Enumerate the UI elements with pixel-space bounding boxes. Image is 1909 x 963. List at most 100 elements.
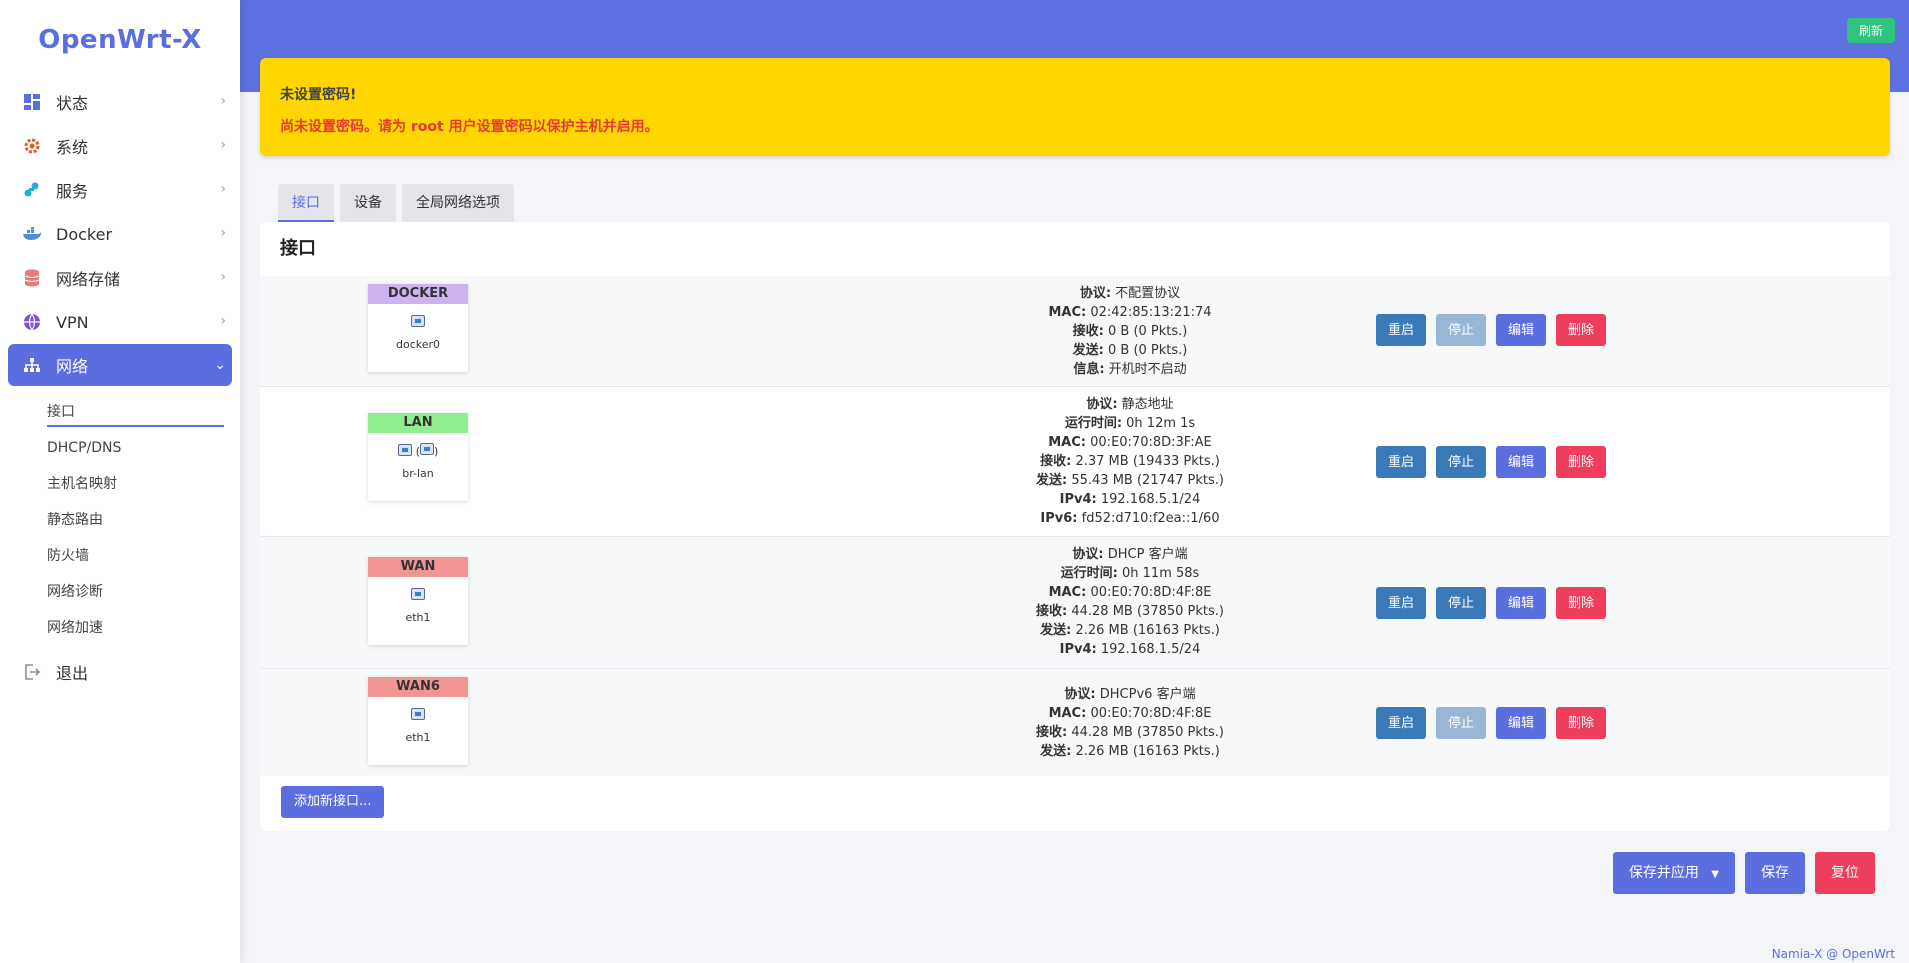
sidebar-item-label: Docker bbox=[56, 224, 113, 244]
interface-card: DOCKER docker0 bbox=[368, 284, 468, 372]
interface-name-badge: DOCKER bbox=[368, 284, 468, 304]
submenu-item-acceleration[interactable]: 网络加速 bbox=[0, 610, 240, 646]
edit-button[interactable]: 编辑 bbox=[1496, 446, 1547, 478]
refresh-button[interactable]: 刷新 bbox=[1846, 18, 1895, 43]
delete-button[interactable]: 删除 bbox=[1556, 446, 1607, 478]
sidebar-menu: 状态 › 系统 › 服务 › Docker › 网络存储 › VPN › 网络 … bbox=[0, 80, 240, 386]
info-line: 协议: 静态地址 bbox=[1086, 397, 1174, 412]
footer-credit[interactable]: Namia-X @ OpenWrt bbox=[1772, 947, 1895, 961]
add-interface-button[interactable]: 添加新接口... bbox=[281, 786, 385, 818]
info-line: 运行时间: 0h 12m 1s bbox=[1064, 416, 1196, 431]
row-actions: 重启 停止 编辑 删除 bbox=[1376, 587, 1607, 619]
interface-device-name: br-lan bbox=[402, 467, 434, 480]
delete-button[interactable]: 删除 bbox=[1556, 587, 1607, 619]
restart-button[interactable]: 重启 bbox=[1376, 314, 1427, 346]
save-apply-label: 保存并应用 bbox=[1628, 865, 1699, 881]
network-submenu: 接口 DHCP/DNS 主机名映射 静态路由 防火墙 网络诊断 网络加速 bbox=[0, 386, 240, 650]
sidebar: OpenWrt-X 状态 › 系统 › 服务 › Docker › 网络存储 ›… bbox=[0, 0, 240, 963]
info-line: MAC: 02:42:85:13:21:74 bbox=[1048, 305, 1212, 320]
info-line: 发送: 2.26 MB (16163 Pkts.) bbox=[1040, 744, 1220, 759]
page-actions: 保存并应用 ▼ 保存 复位 bbox=[1612, 852, 1875, 894]
info-line: MAC: 00:E0:70:8D:4F:8E bbox=[1048, 706, 1212, 721]
info-line: IPv4: 192.168.1.5/24 bbox=[1059, 642, 1201, 657]
interface-device-icons bbox=[368, 697, 468, 731]
info-line: MAC: 00:E0:70:8D:4F:8E bbox=[1048, 585, 1212, 600]
globe-icon bbox=[20, 312, 44, 332]
save-button[interactable]: 保存 bbox=[1745, 852, 1805, 894]
interface-name-badge: WAN bbox=[368, 557, 468, 577]
interface-device-name: eth1 bbox=[405, 611, 431, 624]
interface-info: 协议: DHCP 客户端 运行时间: 0h 11m 58s MAC: 00:E0… bbox=[990, 545, 1270, 659]
gear-icon bbox=[20, 136, 44, 156]
submenu-item-dhcp[interactable]: DHCP/DNS bbox=[0, 430, 240, 466]
row-actions: 重启 停止 编辑 删除 bbox=[1376, 446, 1607, 478]
network-icon bbox=[20, 355, 44, 375]
restart-button[interactable]: 重启 bbox=[1376, 587, 1427, 619]
interface-device-icons bbox=[368, 304, 468, 338]
interface-device-name: docker0 bbox=[395, 338, 441, 351]
info-line: 信息: 开机时不启动 bbox=[1073, 362, 1187, 377]
info-line: IPv6: fd52:d710:f2ea::1/60 bbox=[1040, 511, 1220, 526]
delete-button[interactable]: 删除 bbox=[1556, 314, 1607, 346]
delete-button[interactable]: 删除 bbox=[1556, 707, 1607, 739]
sidebar-item-system[interactable]: 系统 › bbox=[0, 124, 240, 168]
info-line: 接收: 44.28 MB (37850 Pkts.) bbox=[1036, 604, 1224, 619]
sidebar-item-label: 系统 bbox=[56, 138, 89, 157]
sidebar-item-vpn[interactable]: VPN › bbox=[0, 300, 240, 344]
sidebar-item-label: 服务 bbox=[56, 182, 89, 201]
stop-button[interactable]: 停止 bbox=[1436, 707, 1487, 739]
interface-card: LAN () br-lan bbox=[368, 413, 468, 501]
chevron-right-icon: › bbox=[220, 313, 226, 329]
sidebar-item-services[interactable]: 服务 › bbox=[0, 168, 240, 212]
info-line: IPv4: 192.168.5.1/24 bbox=[1059, 492, 1201, 507]
docker-icon bbox=[20, 224, 44, 244]
tab-bar: 接口 设备 全局网络选项 bbox=[278, 184, 514, 222]
interface-name-badge: WAN6 bbox=[368, 677, 468, 697]
tab-interfaces[interactable]: 接口 bbox=[278, 184, 334, 222]
sidebar-item-label: 状态 bbox=[56, 94, 89, 113]
info-line: 接收: 0 B (0 Pkts.) bbox=[1072, 324, 1188, 339]
tab-devices[interactable]: 设备 bbox=[340, 184, 396, 222]
password-warning: 未设置密码! 尚未设置密码。请为 root 用户设置密码以保护主机并启用。 bbox=[260, 58, 1890, 156]
info-line: 发送: 55.43 MB (21747 Pkts.) bbox=[1036, 473, 1224, 488]
ethernet-port-icon bbox=[411, 588, 425, 600]
info-line: 协议: DHCP 客户端 bbox=[1072, 547, 1188, 562]
interface-info: 协议: DHCPv6 客户端 MAC: 00:E0:70:8D:4F:8E 接收… bbox=[990, 685, 1270, 761]
info-line: 发送: 2.26 MB (16163 Pkts.) bbox=[1040, 623, 1220, 638]
save-apply-button[interactable]: 保存并应用 ▼ bbox=[1612, 852, 1735, 894]
submenu-item-interfaces[interactable]: 接口 bbox=[0, 394, 240, 430]
info-line: 协议: 不配置协议 bbox=[1079, 286, 1181, 301]
edit-button[interactable]: 编辑 bbox=[1496, 587, 1547, 619]
restart-button[interactable]: 重启 bbox=[1376, 707, 1427, 739]
stop-button[interactable]: 停止 bbox=[1436, 446, 1487, 478]
submenu-item-firewall[interactable]: 防火墙 bbox=[0, 538, 240, 574]
sidebar-item-label: VPN bbox=[56, 312, 89, 332]
warning-title: 未设置密码! bbox=[280, 87, 357, 103]
reset-button[interactable]: 复位 bbox=[1815, 852, 1875, 894]
sidebar-item-docker[interactable]: Docker › bbox=[0, 212, 240, 256]
sidebar-item-nas[interactable]: 网络存储 › bbox=[0, 256, 240, 300]
ethernet-port-icon bbox=[411, 708, 425, 720]
chevron-right-icon: › bbox=[220, 137, 226, 153]
sidebar-item-logout[interactable]: 退出 bbox=[0, 650, 240, 694]
submenu-item-diagnostics[interactable]: 网络诊断 bbox=[0, 574, 240, 610]
restart-button[interactable]: 重启 bbox=[1376, 446, 1427, 478]
sidebar-item-network[interactable]: 网络 ⌄ bbox=[8, 344, 232, 386]
submenu-item-routes[interactable]: 静态路由 bbox=[0, 502, 240, 538]
brand-logo: OpenWrt-X bbox=[38, 25, 202, 55]
chevron-right-icon: › bbox=[220, 269, 226, 285]
caret-down-icon: ▼ bbox=[1711, 869, 1719, 880]
interface-card: WAN6 eth1 bbox=[368, 677, 468, 765]
tab-global-options[interactable]: 全局网络选项 bbox=[402, 184, 514, 222]
stop-button[interactable]: 停止 bbox=[1436, 587, 1487, 619]
stop-button[interactable]: 停止 bbox=[1436, 314, 1487, 346]
edit-button[interactable]: 编辑 bbox=[1496, 707, 1547, 739]
edit-button[interactable]: 编辑 bbox=[1496, 314, 1547, 346]
submenu-item-hostnames[interactable]: 主机名映射 bbox=[0, 466, 240, 502]
interface-device-icons: () bbox=[368, 433, 468, 467]
ethernet-port-icon bbox=[397, 444, 412, 456]
interface-info: 协议: 不配置协议 MAC: 02:42:85:13:21:74 接收: 0 B… bbox=[990, 284, 1270, 379]
sidebar-item-status[interactable]: 状态 › bbox=[0, 80, 240, 124]
sidebar-item-label: 网络存储 bbox=[56, 270, 121, 289]
puzzle-icon bbox=[20, 180, 44, 200]
